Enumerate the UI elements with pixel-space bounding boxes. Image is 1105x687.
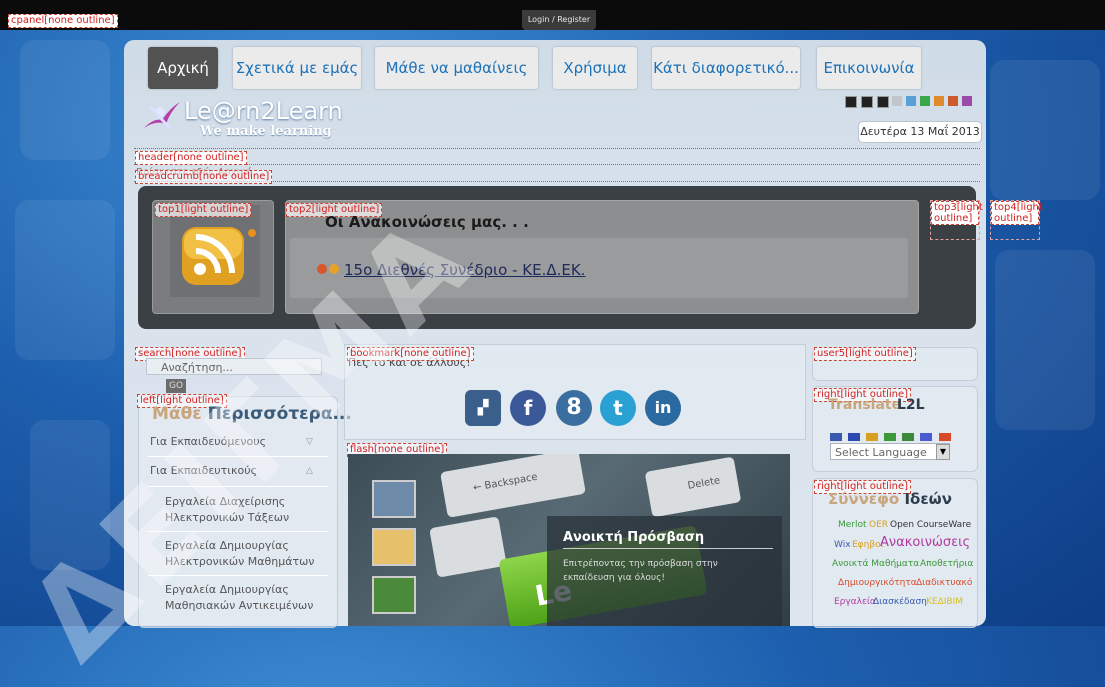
tag-link[interactable]: Open CourseWare (890, 520, 971, 530)
divider (148, 575, 328, 576)
submenu-item[interactable]: Εργαλεία Δημιουργίας Ηλεκτρονικών Μαθημά… (143, 538, 325, 570)
user5-label: user5[light outline] (814, 347, 916, 361)
background-shape (15, 200, 115, 360)
search-go-button[interactable]: GO (166, 379, 186, 393)
flag-icon[interactable] (938, 433, 951, 441)
top1-label: top1[light outline] (155, 203, 252, 217)
language-select[interactable]: Select Language (830, 443, 950, 460)
background-shape (995, 250, 1095, 430)
color-swatch-red[interactable] (948, 96, 958, 106)
tag-link[interactable]: OER (869, 520, 888, 530)
tag-link[interactable]: Εργαλεία (834, 597, 876, 607)
background-shape (20, 40, 110, 160)
rss-icon (170, 205, 260, 297)
google-icon[interactable]: 8 (556, 390, 592, 426)
font-reset-icon[interactable] (861, 96, 873, 108)
flag-icon[interactable] (848, 433, 861, 441)
divider (148, 531, 328, 532)
divider (134, 164, 980, 165)
color-swatch-orange[interactable] (934, 96, 944, 106)
color-swatch-purple[interactable] (962, 96, 972, 106)
delicious-icon[interactable]: ▞ (465, 390, 501, 426)
divider (148, 486, 328, 487)
color-swatch-blue[interactable] (906, 96, 916, 106)
chevron-down-icon[interactable]: ▽ (306, 437, 313, 447)
search-input[interactable]: Αναζήτηση... (146, 358, 322, 375)
tag-link[interactable]: Ανοικτά Μαθήματα (832, 559, 919, 569)
flag-icon[interactable] (884, 433, 897, 441)
top4-label: top4[light outline] (991, 201, 1043, 225)
logo-text[interactable]: Le@rn2Learn (184, 97, 343, 125)
background-shape (30, 420, 110, 570)
nav-contact[interactable]: Επικοινωνία (817, 47, 921, 89)
left-module-title: Μάθε Περισσότερα... (152, 404, 352, 424)
submenu-item[interactable]: Εργαλεία Διαχείρισης Ηλεκτρονικών Τάξεων (143, 494, 325, 526)
nav-learn[interactable]: Μάθε να μαθαίνεις (375, 47, 538, 89)
key-label: ← Backspace (472, 471, 539, 494)
title-part: Ιδεών (904, 490, 952, 508)
tag-link[interactable]: Διασκέδαση (873, 597, 927, 607)
slide-thumbnail[interactable] (372, 576, 416, 614)
flag-icon[interactable] (920, 433, 933, 441)
slide-thumbnail[interactable] (372, 528, 416, 566)
submenu-item[interactable]: Εργαλεία Δημιουργίας Μαθησιακών Αντικειμ… (143, 582, 325, 614)
tag-link[interactable]: Αποθετήρια (920, 559, 973, 569)
twitter-icon[interactable]: t (600, 390, 636, 426)
title-part: Μάθε (152, 404, 202, 424)
color-swatch-green[interactable] (920, 96, 930, 106)
font-smaller-icon[interactable] (877, 96, 889, 108)
flag-icon[interactable] (902, 433, 915, 441)
logo-icon (144, 102, 180, 130)
font-size-icon[interactable] (845, 96, 857, 108)
flag-icon[interactable] (830, 433, 842, 441)
tag-link[interactable]: Ανακοινώσεις (880, 535, 970, 550)
divider (148, 456, 328, 457)
bookmark-label: bookmark[none outline] (347, 347, 474, 361)
announcements-title: Οι Ανακοινώσεις μας. . . (325, 213, 529, 231)
tag-link[interactable]: ΚΕΔΙΒΙΜ (926, 597, 963, 607)
date-display: Δευτέρα 13 Μαΐ 2013 (858, 121, 982, 143)
translate-title-suffix: L2L (897, 397, 925, 413)
linkedin-icon[interactable]: in (645, 390, 681, 426)
slide-thumbnail[interactable] (372, 480, 416, 518)
menu-item-teachers[interactable]: Για Εκπαιδευτικούς (150, 463, 325, 479)
menu-item-learners[interactable]: Για Εκπαιδευόμενους (150, 434, 325, 450)
tagline: We make learning (200, 124, 332, 139)
flag-icon[interactable] (866, 433, 879, 441)
tag-link[interactable]: Διαδικτυακό (916, 578, 972, 588)
header-label: header[none outline] (135, 151, 247, 165)
translate-title: Translate (828, 397, 902, 413)
tag-link[interactable]: Δημιουργικότητα (838, 578, 917, 588)
breadcrumb-label: breadcrumb[none outline] (135, 170, 273, 184)
divider (134, 148, 980, 149)
dropdown-arrow-icon[interactable]: ▼ (936, 444, 950, 460)
background-shape (990, 60, 1100, 200)
tag-link[interactable]: Merlot (838, 520, 867, 530)
delete-key: Delete (644, 456, 742, 518)
announcement-link[interactable]: 15ο Διεθνές Συνέδριο - ΚΕ.Δ.ΕΚ. (344, 261, 585, 279)
facebook-icon[interactable]: f (510, 390, 546, 426)
title-part: Σύννεφο (828, 490, 900, 508)
cpanel-label: cpanel[none outline] (8, 14, 118, 28)
key (429, 516, 507, 578)
nav-about[interactable]: Σχετικά με εμάς (233, 47, 361, 89)
key-label: Delete (686, 475, 722, 492)
slide-text: Επιτρέποντας την πρόσβαση στην εκπαίδευσ… (563, 559, 718, 583)
tag-link[interactable]: Εφηβοι (852, 540, 884, 550)
color-swatch-gray[interactable] (892, 96, 902, 106)
login-register-link[interactable]: Login / Register (522, 10, 596, 30)
divider (563, 548, 773, 549)
top3-label: top3[light outline] (931, 201, 983, 225)
chevron-up-icon[interactable]: △ (306, 466, 313, 476)
nav-home[interactable]: Αρχική (148, 47, 218, 89)
backspace-key: ← Backspace (440, 454, 586, 518)
tag-cloud-title: Σύννεφο Ιδεών (828, 490, 952, 508)
tag-link[interactable]: Wix (834, 540, 851, 550)
nav-useful[interactable]: Χρήσιμα (553, 47, 637, 89)
title-part: Περισσότερα... (207, 404, 352, 424)
bullet-icon (317, 264, 339, 274)
slide-title: Ανοικτή Πρόσβαση (563, 530, 705, 545)
nav-different[interactable]: Κάτι διαφορετικό... (652, 47, 800, 89)
